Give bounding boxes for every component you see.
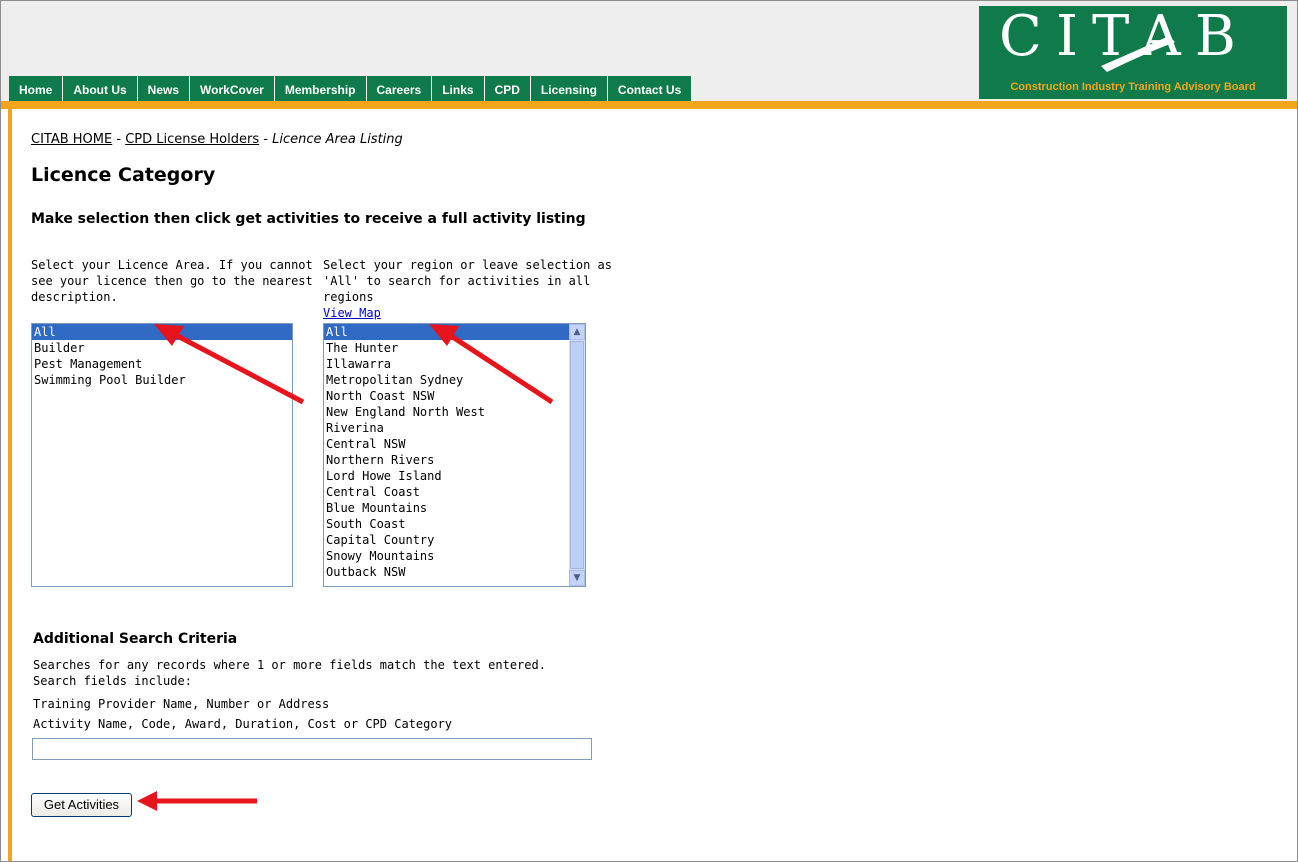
left-accent-bar bbox=[8, 109, 12, 861]
search-input[interactable] bbox=[32, 738, 592, 760]
breadcrumb-current: Licence Area Listing bbox=[272, 132, 403, 147]
logo-swoosh-icon bbox=[1101, 36, 1175, 72]
region-scrollbar[interactable]: ▲ ▼ bbox=[569, 324, 585, 586]
nav-membership[interactable]: Membership bbox=[274, 76, 367, 102]
nav-about-us[interactable]: About Us bbox=[63, 76, 138, 102]
region-option[interactable]: Central Coast bbox=[324, 484, 569, 500]
nav-contact-us[interactable]: Contact Us bbox=[607, 76, 693, 102]
search-fields-line-1: Training Provider Name, Number or Addres… bbox=[33, 697, 330, 711]
region-option[interactable]: Snowy Mountains bbox=[324, 548, 569, 564]
scroll-thumb[interactable] bbox=[570, 341, 584, 569]
annotation-arrow-icon bbox=[429, 324, 554, 405]
annotation-arrow-icon bbox=[137, 791, 257, 811]
region-description-block: Select your region or leave selection as… bbox=[323, 257, 613, 321]
region-option[interactable]: Central NSW bbox=[324, 436, 569, 452]
get-activities-button[interactable]: Get Activities bbox=[31, 793, 132, 817]
breadcrumb: CITAB HOME - CPD License Holders - Licen… bbox=[31, 132, 403, 147]
nav-home[interactable]: Home bbox=[9, 76, 64, 102]
breadcrumb-home-link[interactable]: CITAB HOME bbox=[31, 132, 112, 147]
nav-cpd[interactable]: CPD bbox=[484, 76, 531, 102]
scroll-up-icon[interactable]: ▲ bbox=[569, 324, 585, 340]
breadcrumb-separator: - bbox=[259, 132, 273, 147]
instruction-text: Make selection then click get activities… bbox=[31, 211, 586, 227]
nav-news[interactable]: News bbox=[137, 76, 191, 102]
nav-workcover[interactable]: WorkCover bbox=[190, 76, 275, 102]
main-nav: Home About Us News WorkCover Membership … bbox=[9, 76, 693, 102]
licence-area-description: Select your Licence Area. If you cannot … bbox=[31, 258, 313, 304]
region-option[interactable]: South Coast bbox=[324, 516, 569, 532]
scroll-down-icon[interactable]: ▼ bbox=[569, 570, 585, 586]
annotation-arrow-icon bbox=[154, 324, 305, 405]
region-option[interactable]: Capital Country bbox=[324, 532, 569, 548]
logo-subtitle: Construction Industry Training Advisory … bbox=[1010, 81, 1256, 93]
region-option[interactable]: Northern Rivers bbox=[324, 452, 569, 468]
region-option[interactable]: Blue Mountains bbox=[324, 500, 569, 516]
page-title: Licence Category bbox=[31, 164, 216, 186]
search-fields-line-2: Activity Name, Code, Award, Duration, Co… bbox=[33, 717, 453, 731]
nav-links[interactable]: Links bbox=[432, 76, 485, 102]
breadcrumb-parent-link[interactable]: CPD License Holders bbox=[125, 132, 259, 147]
region-option[interactable]: Riverina bbox=[324, 420, 569, 436]
breadcrumb-separator: - bbox=[112, 132, 126, 147]
view-map-link[interactable]: View Map bbox=[323, 306, 381, 320]
citab-logo[interactable]: CITAB Construction Industry Training Adv… bbox=[979, 4, 1287, 99]
region-description: Select your region or leave selection as… bbox=[323, 258, 612, 304]
nav-careers[interactable]: Careers bbox=[366, 76, 433, 102]
region-option[interactable]: Lord Howe Island bbox=[324, 468, 569, 484]
region-option[interactable]: Outback NSW bbox=[324, 564, 569, 580]
header-divider bbox=[1, 101, 1297, 109]
nav-licensing[interactable]: Licensing bbox=[530, 76, 608, 102]
additional-search-description: Searches for any records where 1 or more… bbox=[33, 658, 546, 688]
header: Home About Us News WorkCover Membership … bbox=[1, 1, 1297, 102]
additional-search-heading: Additional Search Criteria bbox=[33, 631, 238, 647]
